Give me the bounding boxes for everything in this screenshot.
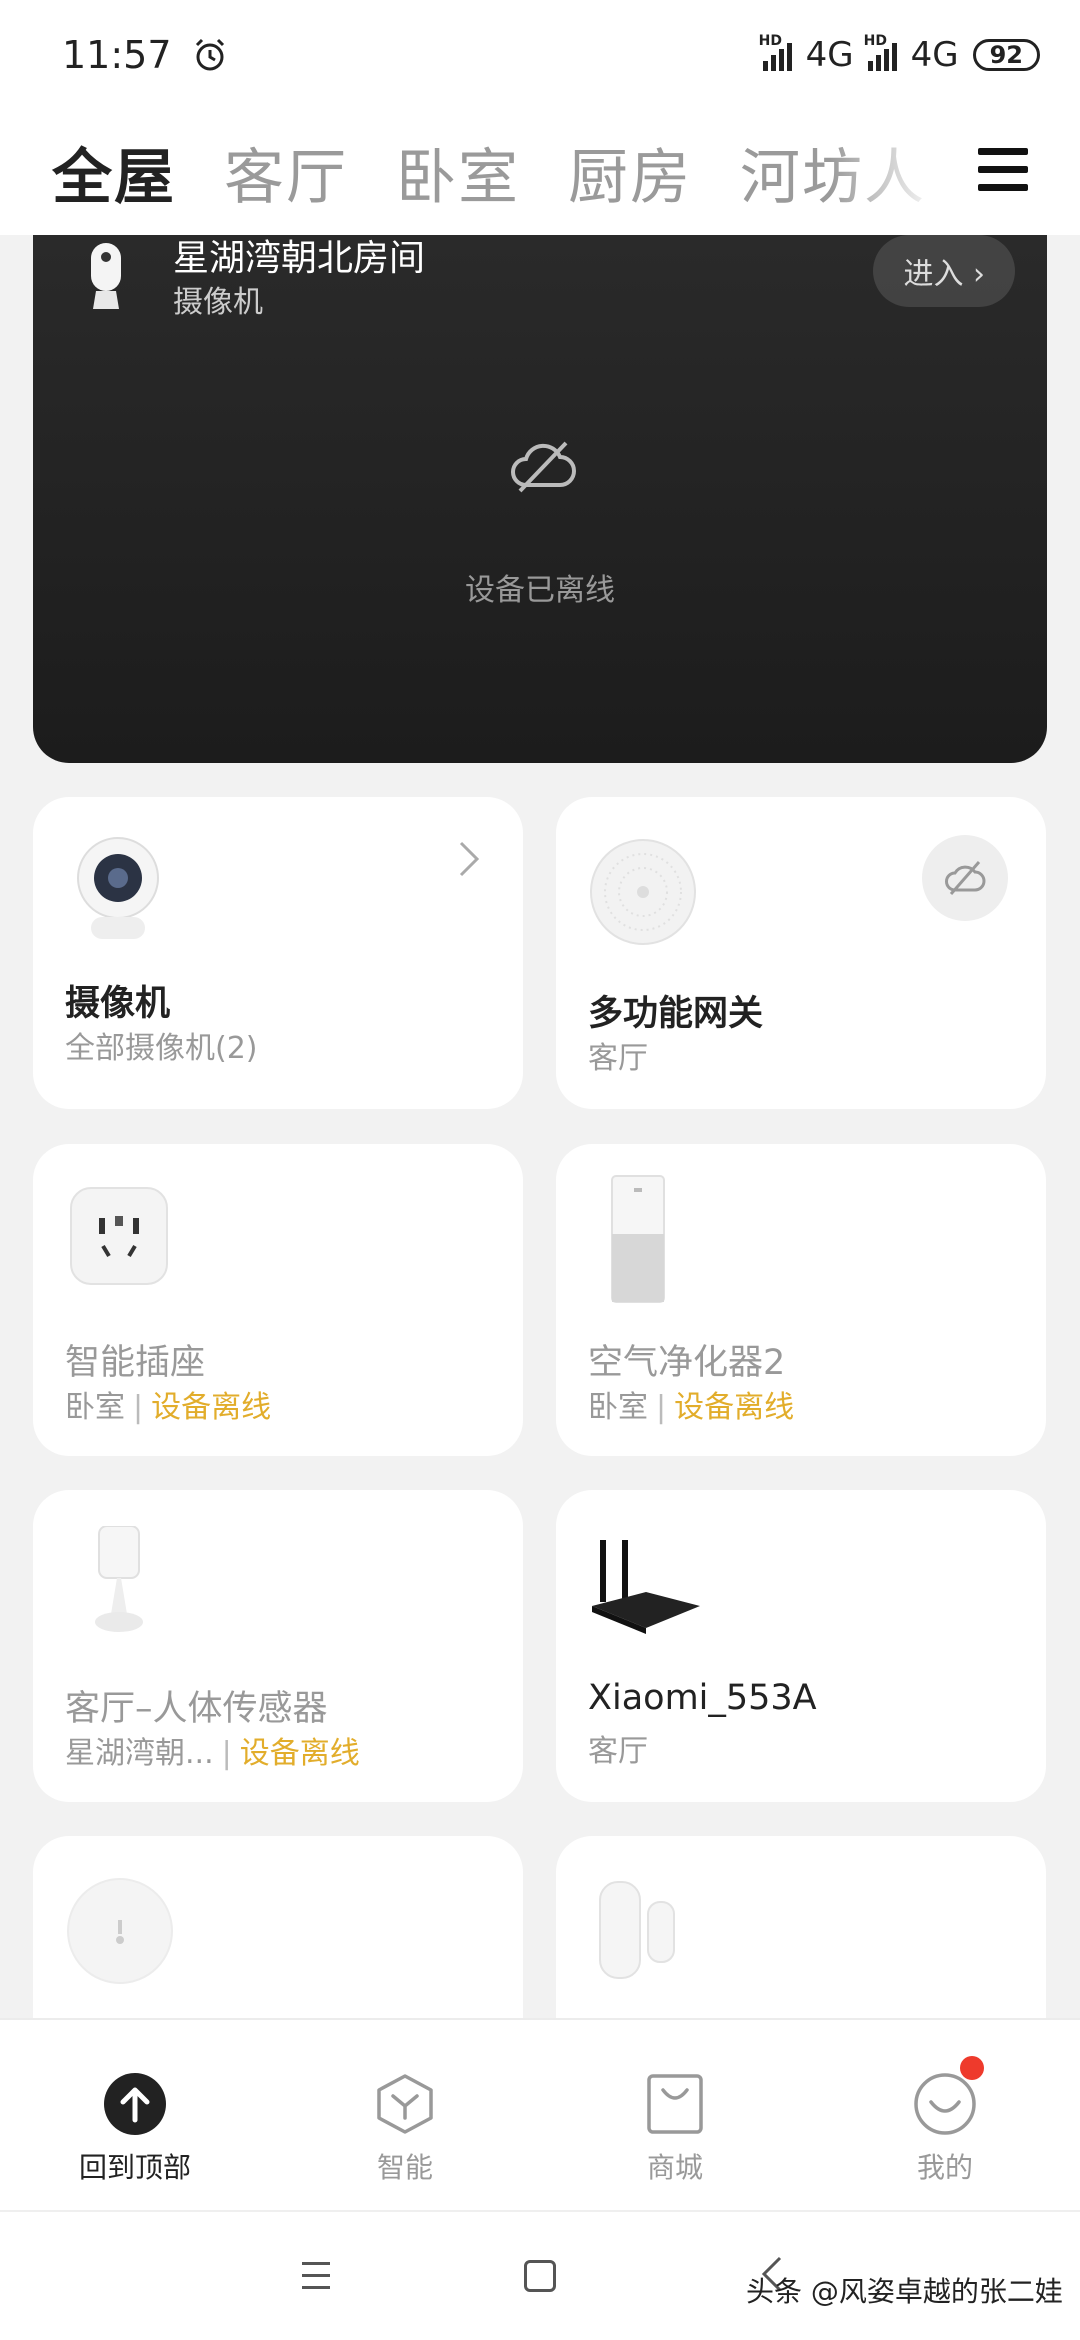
home-icon[interactable] (524, 2260, 556, 2292)
alarm-icon (195, 38, 224, 71)
system-navigation-bar: 头条 @风姿卓越的张二娃 (0, 2210, 1080, 2340)
device-card-door-sensor[interactable] (556, 1836, 1046, 2018)
device-room-status: 卧室 | 设备离线 (588, 1382, 794, 1426)
tab-kitchen[interactable]: 厨房 (568, 129, 692, 216)
network-type-2: 4G (910, 35, 959, 75)
device-room: 卧室 (588, 1390, 648, 1425)
enter-button[interactable]: 进入 › (873, 235, 1015, 307)
separator: | (656, 1390, 667, 1425)
menu-icon[interactable] (978, 148, 1028, 194)
status-right: HD 4G HD 4G 92 (759, 33, 1040, 75)
router-icon (592, 1540, 700, 1634)
status-left: 11:57 (62, 33, 228, 77)
tabs-fade (830, 110, 970, 235)
device-name: 摄像机 (65, 984, 171, 1024)
device-card-camera[interactable]: 摄像机 全部摄像机(2) (33, 797, 523, 1109)
device-status: 设备离线 (151, 1390, 272, 1425)
smart-plug-icon (70, 1187, 168, 1285)
camera-name: 星湖湾朝北房间 (173, 238, 426, 279)
camera-type: 摄像机 (173, 285, 263, 320)
battery-level: 92 (989, 41, 1023, 69)
room-tabs: 全屋 客厅 卧室 厨房 河坊人 (0, 110, 1080, 235)
motion-sensor-icon (95, 1526, 143, 1632)
device-room-status: 卧室 | 设备离线 (65, 1382, 271, 1426)
nav-label: 我的 (916, 2151, 973, 2184)
device-room-status: 星湖湾朝... | 设备离线 (65, 1728, 360, 1772)
air-purifier-icon (611, 1175, 665, 1303)
separator: | (133, 1390, 144, 1425)
nav-label: 回到顶部 (78, 2151, 191, 2184)
notification-dot (960, 2056, 984, 2080)
device-name: 多功能网关 (588, 994, 764, 1034)
signal-icon: HD (864, 33, 897, 71)
cloud-offline-icon (945, 861, 986, 895)
nav-label: 商城 (646, 2151, 703, 2184)
nav-label: 智能 (376, 2151, 433, 2184)
arrow-up-icon (104, 2073, 166, 2135)
device-card-gateway[interactable]: 多功能网关 客厅 (556, 797, 1046, 1109)
bottom-navigation: 回到顶部 智能 商城 我的 (0, 2018, 1080, 2210)
device-room: 全部摄像机(2) (65, 1031, 258, 1066)
gateway-device-icon (590, 839, 696, 945)
device-card-motion-sensor[interactable]: 客厅–人体传感器 星湖湾朝... | 设备离线 (33, 1490, 523, 1802)
device-card-smart-plug[interactable]: 智能插座 卧室 | 设备离线 (33, 1144, 523, 1456)
camera-device-icon (77, 837, 159, 939)
nav-back-to-top[interactable]: 回到顶部 (0, 2020, 270, 2210)
cloud-offline-icon (511, 441, 576, 493)
offline-status-text: 设备已离线 (465, 573, 615, 608)
nav-store[interactable]: 商城 (540, 2020, 810, 2210)
smile-icon (914, 2073, 976, 2135)
watermark: 头条 @风姿卓越的张二娃 (746, 2275, 1063, 2308)
camera-preview-card[interactable]: 星湖湾朝北房间 摄像机 进入 › 设备已离线 (33, 235, 1047, 763)
device-card-air-purifier[interactable]: 空气净化器2 卧室 | 设备离线 (556, 1144, 1046, 1456)
device-name: Xiaomi_553A (588, 1678, 817, 1718)
device-room: 卧室 (65, 1390, 125, 1425)
clock: 11:57 (62, 33, 172, 77)
device-status: 设备离线 (674, 1390, 795, 1425)
device-room: 客厅 (588, 1734, 648, 1769)
tab-living-room[interactable]: 客厅 (224, 129, 348, 216)
tab-bedroom[interactable]: 卧室 (396, 129, 520, 216)
camera-device-icon (91, 243, 121, 309)
recent-apps-icon[interactable] (302, 2262, 330, 2290)
device-status: 设备离线 (239, 1736, 360, 1771)
status-bar: 11:57 HD 4G HD 4G 92 (0, 0, 1080, 110)
separator: | (221, 1736, 232, 1771)
cube-icon (377, 2074, 433, 2134)
offline-badge (922, 835, 1008, 921)
network-type-1: 4G (805, 35, 854, 75)
device-name: 客厅–人体传感器 (65, 1689, 328, 1729)
temperature-sensor-icon (67, 1878, 173, 1984)
device-name: 空气净化器2 (588, 1343, 786, 1383)
battery-icon: 92 (972, 39, 1040, 71)
device-room: 星湖湾朝... (65, 1736, 214, 1771)
door-sensor-icon (599, 1881, 675, 1979)
device-room: 客厅 (588, 1041, 648, 1076)
device-card-router[interactable]: Xiaomi_553A 客厅 (556, 1490, 1046, 1802)
device-name: 智能插座 (65, 1343, 206, 1383)
shopping-bag-icon (647, 2074, 703, 2134)
chevron-right-icon[interactable] (457, 839, 481, 879)
nav-smart[interactable]: 智能 (270, 2020, 540, 2210)
tab-all-home[interactable]: 全屋 (52, 129, 176, 216)
nav-profile[interactable]: 我的 (810, 2020, 1080, 2210)
signal-icon: HD (759, 33, 792, 71)
device-card-temperature-sensor[interactable] (33, 1836, 523, 2018)
